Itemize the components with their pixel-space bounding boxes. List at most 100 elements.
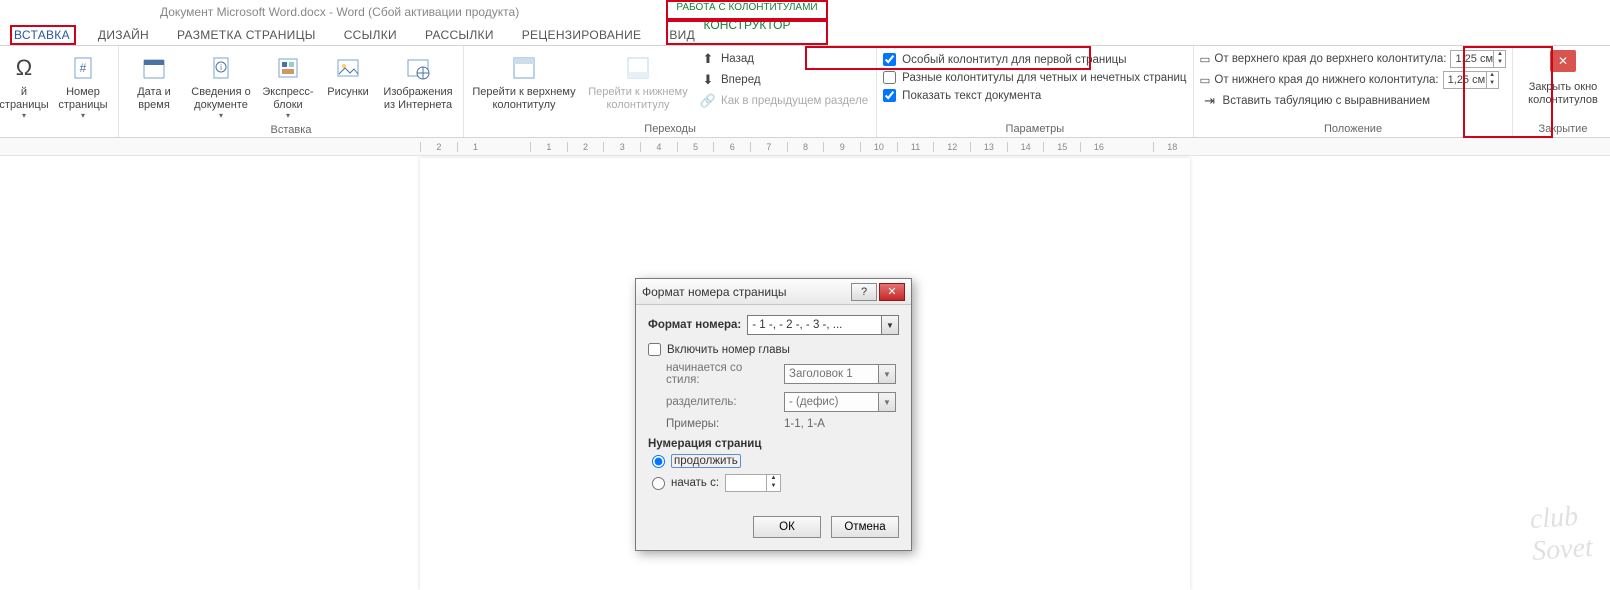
checkbox-input[interactable] [883,71,896,84]
insert-alignment-tab-button[interactable]: ⇥ Вставить табуляцию с выравниванием [1200,92,1507,110]
close-icon: ✕ [887,285,896,298]
examples-label: Примеры: [666,418,778,430]
document-info-icon: i [205,52,237,84]
online-pictures-label: Изображенияиз Интернета [383,86,452,111]
chevron-down-icon: ▼ [878,365,895,383]
goto-footer-label: Перейти к нижнемуколонтитулу [588,86,687,111]
goto-header-button[interactable]: Перейти к верхнемуколонтитулу [470,50,578,113]
doc-info-button[interactable]: i Сведения одокументе ▾ [189,50,253,122]
chapter-style-combo: Заголовок 1 ▼ [784,364,896,384]
pos-top-value: 1,25 см [1455,53,1493,65]
pos-bottom-label: От нижнего края до нижнего колонтитула: [1214,74,1438,86]
link-prev-label: Как в предыдущем разделе [721,95,868,107]
chevron-down-icon[interactable]: ▼ [881,316,898,334]
continue-numbering-radio[interactable]: продолжить [652,454,899,468]
group-label-nav: Переходы [470,121,870,137]
number-format-combo[interactable]: - 1 -, - 2 -, - 3 -, ... ▼ [747,315,899,335]
pos-top-label: От верхнего края до верхнего колонтитула… [1214,53,1446,65]
header-margin-spinner[interactable]: 1,25 см ▲▼ [1450,50,1506,68]
nav-back-label: Назад [721,53,754,65]
spinner-up-icon[interactable]: ▲ [767,475,780,483]
dialog-help-button[interactable]: ? [851,283,877,301]
group-label-options: Параметры [883,121,1186,137]
spinner-down-icon[interactable]: ▼ [1486,80,1498,88]
tab-references[interactable]: ССЫЛКИ [330,25,411,45]
close-hf-label: Закрыть окноколонтитулов [1528,81,1598,106]
help-icon: ? [861,286,867,298]
examples-value: 1-1, 1-А [784,418,825,430]
calendar-icon [138,52,170,84]
different-first-page-checkbox[interactable]: Особый колонтитул для первой страницы [883,52,1186,67]
spinner-up-icon[interactable]: ▲ [1493,51,1505,59]
arrow-up-icon: ⬆ [700,51,716,67]
numbering-label: Нумерация страниц [648,438,761,450]
separator-label: разделитель: [666,396,778,408]
quick-parts-button[interactable]: Экспресс-блоки ▾ [259,50,317,122]
header-margin-icon: ▭ [1200,52,1211,66]
page-number-icon: # [67,52,99,84]
page-number-button[interactable]: # Номерстраницы ▾ [54,50,112,122]
pos-bottom-value: 1,25 см [1448,74,1486,86]
chevron-down-icon: ▾ [219,111,223,120]
number-format-value: - 1 -, - 2 -, - 3 -, ... [752,319,842,331]
close-icon: ✕ [1558,54,1568,68]
ok-button[interactable]: ОК [753,516,821,538]
separator-value: - (дефис) [789,396,838,408]
tab-design-hf[interactable]: КОНСТРУКТОР [666,15,828,35]
separator-combo: - (дефис) ▼ [784,392,896,412]
starts-style-label: начинается со стиля: [666,362,778,386]
date-time-label: Дата ивремя [137,86,171,111]
footer-icon [622,52,654,84]
show-document-text-checkbox[interactable]: Показать текст документа [883,88,1186,103]
dialog-titlebar[interactable]: Формат номера страницы ? ✕ [636,279,911,305]
footer-margin-spinner[interactable]: 1,25 см ▲▼ [1443,71,1499,89]
group-label-position: Положение [1200,121,1507,137]
tab-page-layout[interactable]: РАЗМЕТКА СТРАНИЦЫ [163,25,330,45]
checkbox-input[interactable] [883,53,896,66]
start-at-spinner[interactable]: ▲▼ [725,474,781,492]
footer-margin-icon: ▭ [1200,73,1211,87]
date-time-button[interactable]: Дата ивремя [125,50,183,113]
online-pictures-button[interactable]: Изображенияиз Интернета [379,50,457,113]
spinner-down-icon[interactable]: ▼ [767,483,780,491]
pictures-button[interactable]: Рисунки [323,50,373,101]
link-previous-button: 🔗 Как в предыдущем разделе [698,92,870,110]
header-footer-label: йстраницы [0,86,49,111]
tab-insert[interactable]: ВСТАВКА [0,25,84,45]
opt-first-label: Особый колонтитул для первой страницы [902,54,1126,66]
opt-show-doc-label: Показать текст документа [902,90,1041,102]
radio-input[interactable] [652,455,665,468]
document-title: Документ Microsoft Word.docx - Word (Сбо… [160,5,519,19]
continue-label: продолжить [671,454,741,468]
close-hf-button[interactable]: ✕ [1550,50,1576,72]
different-odd-even-checkbox[interactable]: Разные колонтитулы для четных и нечетных… [883,70,1186,85]
include-chapter-checkbox[interactable]: Включить номер главы [648,343,899,356]
ribbon-tabs: ВСТАВКА ДИЗАЙН РАЗМЕТКА СТРАНИЦЫ ССЫЛКИ … [0,24,1610,46]
spinner-up-icon[interactable]: ▲ [1486,72,1498,80]
cancel-button[interactable]: Отмена [831,516,899,538]
nav-forward-button[interactable]: ⬇ Вперед [698,71,870,89]
tab-review[interactable]: РЕЦЕНЗИРОВАНИЕ [508,25,656,45]
number-format-label: Формат номера: [648,319,741,331]
tab-design[interactable]: ДИЗАЙН [84,25,163,45]
header-icon [508,52,540,84]
horizontal-ruler[interactable]: 211234567891011121314151618 [0,138,1610,156]
dialog-close-button[interactable]: ✕ [879,283,905,301]
chevron-down-icon: ▾ [22,111,26,120]
picture-icon [332,52,364,84]
start-at-radio[interactable]: начать с: ▲▼ [652,474,899,492]
checkbox-input[interactable] [883,89,896,102]
quick-parts-label: Экспресс-блоки [262,86,313,111]
header-footer-button[interactable]: Ω йстраницы ▾ [0,50,48,122]
checkbox-input[interactable] [648,343,661,356]
svg-text:#: # [80,61,87,75]
opt-odd-even-label: Разные колонтитулы для четных и нечетных… [902,72,1186,84]
dialog-title-text: Формат номера страницы [642,285,787,299]
omega-icon: Ω [8,52,40,84]
contextual-tab-group: РАБОТА С КОЛОНТИТУЛАМИ КОНСТРУКТОР [666,0,828,46]
nav-back-button[interactable]: ⬆ Назад [698,50,870,68]
spinner-down-icon[interactable]: ▼ [1493,59,1505,67]
contextual-group-title: РАБОТА С КОЛОНТИТУЛАМИ [666,0,828,15]
tab-mailings[interactable]: РАССЫЛКИ [411,25,508,45]
radio-input[interactable] [652,477,665,490]
